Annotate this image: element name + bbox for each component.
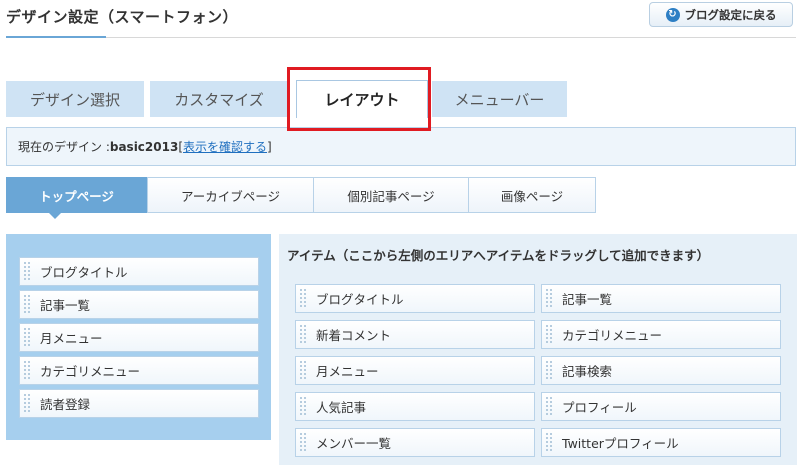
subtab-entry-page[interactable]: 個別記事ページ — [313, 177, 469, 213]
back-arrow-icon: ↻ — [665, 7, 680, 22]
tab-label: カスタマイズ — [174, 90, 264, 109]
item-label: 新着コメント — [316, 328, 392, 343]
drag-handle-icon — [23, 360, 31, 381]
item-label: 人気記事 — [316, 400, 367, 415]
item-label: プロフィール — [562, 400, 637, 415]
back-button-label: ブログ設定に戻る — [684, 7, 777, 22]
layout-item[interactable]: 読者登録 — [19, 389, 259, 418]
drag-handle-icon — [545, 432, 553, 453]
subtab-label: 画像ページ — [500, 188, 564, 204]
item-label: 月メニュー — [40, 331, 103, 346]
item-label: 記事一覧 — [40, 298, 91, 313]
item-label: ブログタイトル — [316, 292, 404, 307]
drag-handle-icon — [299, 396, 307, 417]
back-to-blog-settings-button[interactable]: ↻ ブログ設定に戻る — [649, 2, 793, 27]
drag-handle-icon — [23, 327, 31, 348]
design-name: basic2013 — [109, 139, 179, 154]
drag-handle-icon — [545, 324, 553, 345]
title-divider-accent — [6, 36, 106, 38]
tab-label: デザイン選択 — [29, 90, 120, 109]
available-item[interactable]: 記事一覧 — [541, 284, 781, 313]
item-label: Twitterプロフィール — [562, 436, 679, 451]
item-label: 読者登録 — [40, 397, 91, 412]
drag-handle-icon — [545, 360, 553, 381]
tab-customize[interactable]: カスタマイズ — [150, 81, 288, 117]
drag-handle-icon — [299, 288, 307, 309]
drag-handle-icon — [23, 294, 31, 315]
layout-item[interactable]: ブログタイトル — [19, 257, 259, 286]
layout-item[interactable]: カテゴリメニュー — [19, 356, 259, 385]
item-label: ブログタイトル — [40, 265, 128, 280]
item-label: 記事一覧 — [562, 292, 613, 307]
available-item[interactable]: カテゴリメニュー — [541, 320, 781, 349]
tab-label: メニューバー — [454, 90, 545, 109]
view-design-link[interactable]: 表示を確認する — [183, 138, 267, 155]
available-items-area: アイテム（ここから左側のエリアへアイテムをドラッグして追加できます） ブログタイ… — [279, 234, 797, 465]
item-label: メンバー一覧 — [316, 436, 392, 451]
item-label: 月メニュー — [316, 364, 379, 379]
drag-handle-icon — [299, 324, 307, 345]
available-item[interactable]: メンバー一覧 — [295, 428, 535, 457]
available-item[interactable]: プロフィール — [541, 392, 781, 421]
bracket-close: ] — [267, 139, 272, 154]
item-label: 記事検索 — [562, 364, 613, 379]
drag-handle-icon — [299, 432, 307, 453]
available-item[interactable]: Twitterプロフィール — [541, 428, 781, 457]
subtab-label: トップページ — [39, 188, 114, 204]
available-item[interactable]: 月メニュー — [295, 356, 535, 385]
page-title: デザイン設定（スマートフォン） — [6, 8, 239, 26]
layout-area: ブログタイトル 記事一覧 月メニュー カテゴリメニュー 読者登録 — [6, 234, 271, 440]
title-divider — [6, 37, 796, 38]
active-subtab-pointer — [49, 213, 61, 219]
highlight-box — [287, 67, 431, 131]
subtab-archive-page[interactable]: アーカイブページ — [147, 177, 314, 213]
tab-menubar[interactable]: メニューバー — [432, 81, 567, 117]
item-label: カテゴリメニュー — [40, 364, 141, 379]
drag-handle-icon — [545, 396, 553, 417]
tab-design-select[interactable]: デザイン選択 — [6, 81, 144, 117]
available-item[interactable]: 新着コメント — [295, 320, 535, 349]
drag-handle-icon — [23, 261, 31, 282]
subtab-label: アーカイブページ — [180, 188, 280, 204]
info-prefix: 現在のデザイン : — [18, 140, 110, 154]
current-design-info: 現在のデザイン : basic2013 [ 表示を確認する ] — [6, 127, 796, 166]
layout-item[interactable]: 記事一覧 — [19, 290, 259, 319]
item-label: カテゴリメニュー — [562, 328, 663, 343]
subtab-top-page[interactable]: トップページ — [6, 177, 147, 213]
layout-item[interactable]: 月メニュー — [19, 323, 259, 352]
subtab-image-page[interactable]: 画像ページ — [468, 177, 596, 213]
available-items-title: アイテム（ここから左側のエリアへアイテムをドラッグして追加できます） — [287, 248, 710, 263]
subtab-label: 個別記事ページ — [347, 188, 435, 204]
drag-handle-icon — [23, 393, 31, 414]
available-item[interactable]: 記事検索 — [541, 356, 781, 385]
drag-handle-icon — [545, 288, 553, 309]
available-item[interactable]: 人気記事 — [295, 392, 535, 421]
drag-handle-icon — [299, 360, 307, 381]
available-item[interactable]: ブログタイトル — [295, 284, 535, 313]
